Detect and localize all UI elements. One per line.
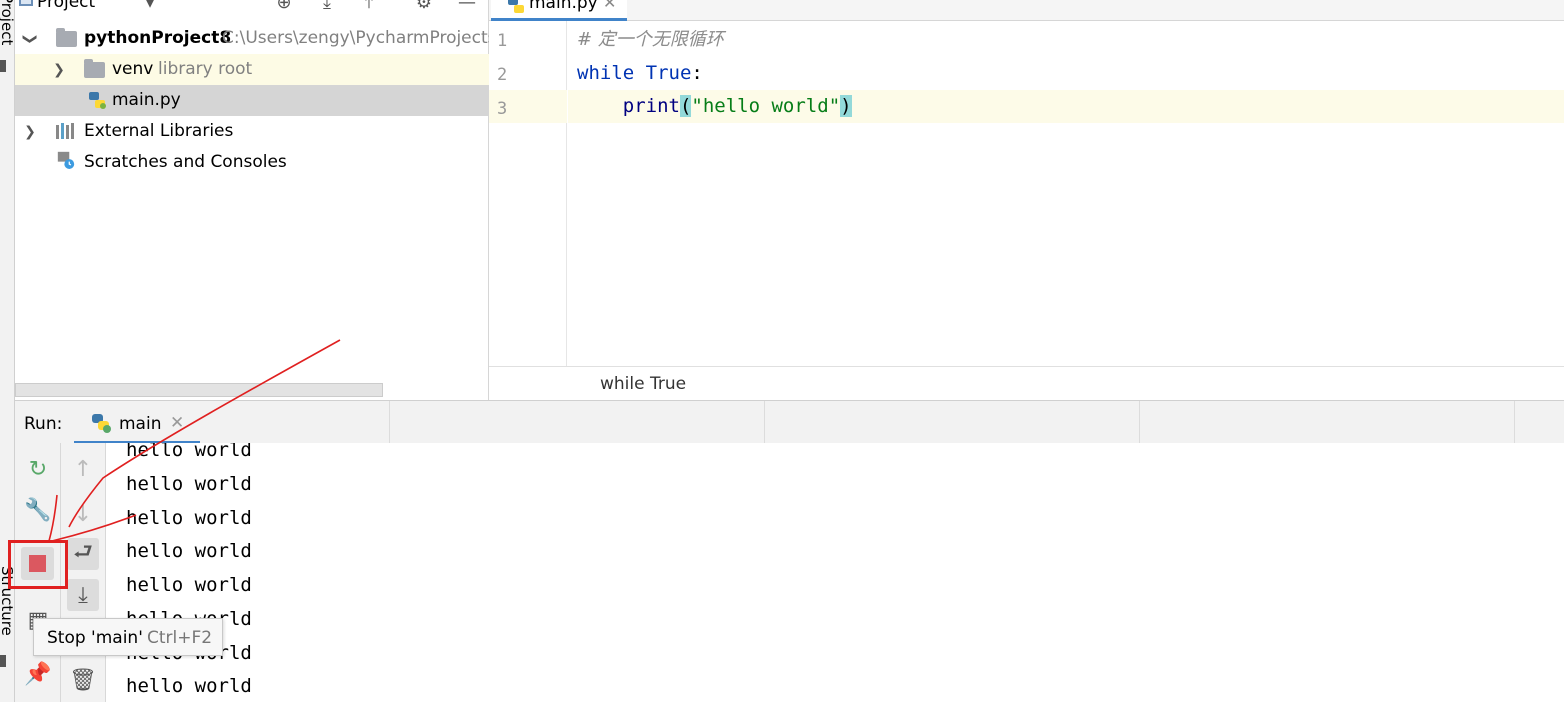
run-tab-main[interactable]: main ✕ bbox=[74, 401, 200, 444]
chevron-right-icon[interactable]: ❯ bbox=[23, 124, 37, 140]
breadcrumb: while True bbox=[489, 366, 1564, 400]
scratches-icon bbox=[57, 151, 75, 169]
scroll-to-end-icon[interactable]: ⤓ bbox=[67, 579, 99, 611]
arrow-down-icon[interactable]: ↓ bbox=[67, 498, 99, 530]
trash-icon[interactable]: 🗑 bbox=[67, 664, 99, 696]
code-string: "hello world" bbox=[691, 95, 841, 117]
project-window-icon bbox=[19, 0, 33, 6]
folder-icon bbox=[56, 28, 77, 47]
line-number: 1 bbox=[497, 31, 508, 51]
run-label: Run: bbox=[24, 414, 63, 434]
arrow-up-icon[interactable]: ↑ bbox=[67, 453, 99, 485]
locate-icon[interactable]: ⊕ bbox=[274, 0, 294, 13]
run-panel-header: Run: main ✕ bbox=[15, 400, 1564, 444]
tree-scratches: Scratches and Consoles bbox=[84, 152, 287, 172]
stop-tooltip: Stop 'main' Ctrl+F2 bbox=[33, 618, 223, 656]
divider bbox=[764, 401, 765, 444]
code-open-paren: ( bbox=[679, 95, 692, 117]
collapse-all-icon[interactable]: ⤓ bbox=[317, 0, 337, 13]
tree-row-external-libraries[interactable]: ❯ External Libraries bbox=[15, 116, 489, 147]
gear-icon[interactable]: ⚙ bbox=[414, 0, 434, 13]
console-line: hello world bbox=[126, 540, 252, 562]
minimize-icon[interactable]: — bbox=[457, 0, 477, 13]
line-number: 3 bbox=[497, 99, 508, 119]
tree-external-libraries: External Libraries bbox=[84, 121, 234, 141]
editor-tab-bar: main.py ✕ bbox=[489, 0, 1564, 21]
close-icon[interactable]: ✕ bbox=[170, 413, 184, 433]
console-line: hello world bbox=[126, 574, 252, 596]
code-colon: : bbox=[691, 62, 703, 84]
dropdown-chevron-icon[interactable]: ▾ bbox=[140, 0, 160, 13]
run-tab-label: main bbox=[119, 414, 162, 434]
code-function-print: print bbox=[622, 95, 680, 117]
project-tool-tab[interactable]: Project bbox=[0, 0, 16, 45]
console-output[interactable]: hello world hello world hello world hell… bbox=[106, 443, 1564, 702]
tree-row-main-py[interactable]: main.py bbox=[15, 85, 489, 116]
tooltip-action: Stop 'main' bbox=[47, 628, 143, 648]
structure-tab-marker bbox=[0, 655, 6, 667]
tree-venv-name: venv bbox=[112, 59, 154, 79]
left-tool-strip: Project Structure bbox=[0, 0, 16, 702]
chevron-down-icon[interactable]: ❯ bbox=[22, 32, 38, 46]
code-keyword-true: True bbox=[645, 62, 692, 84]
python-file-icon bbox=[508, 0, 524, 13]
console-line: hello world bbox=[126, 507, 252, 529]
code-close-paren: ) bbox=[840, 95, 852, 117]
divider bbox=[389, 401, 390, 444]
code-line-2[interactable]: while True: bbox=[568, 57, 1564, 90]
editor: main.py ✕ 1 2 3 # 定一个无限循环 while True: pr… bbox=[489, 0, 1564, 400]
wrench-icon[interactable]: 🔧 bbox=[22, 494, 54, 526]
chevron-right-icon[interactable]: ❯ bbox=[52, 62, 66, 78]
tree-main-py: main.py bbox=[112, 90, 181, 110]
tree-root-path: C:\Users\zengy\PycharmProjects\ bbox=[222, 28, 503, 48]
library-icon bbox=[56, 123, 74, 139]
editor-tab-main-py[interactable]: main.py ✕ bbox=[491, 0, 627, 21]
project-pane: Project ▾ ⊕ ⤓ ⤒ ⚙ — ❯ pythonProject8 C:\… bbox=[15, 0, 502, 400]
tree-row-venv[interactable]: ❯ venv library root bbox=[15, 54, 489, 85]
annotation-highlight-box bbox=[8, 540, 68, 589]
editor-tab-label: main.py bbox=[529, 0, 598, 13]
console-line: hello world bbox=[126, 473, 252, 495]
code-comment: # 定一个无限循环 bbox=[577, 29, 724, 50]
project-tab-marker bbox=[0, 60, 6, 72]
folder-icon bbox=[84, 59, 105, 78]
tree-row-root[interactable]: ❯ pythonProject8 C:\Users\zengy\PycharmP… bbox=[15, 23, 502, 54]
console-line: hello world bbox=[126, 443, 252, 461]
python-run-icon bbox=[92, 414, 111, 433]
project-pane-title[interactable]: Project bbox=[37, 0, 95, 12]
code-line-3[interactable]: print("hello world") bbox=[568, 90, 1564, 123]
python-file-icon bbox=[89, 92, 106, 109]
console-line: hello world bbox=[126, 675, 252, 697]
code-keyword-while: while bbox=[577, 62, 635, 84]
divider bbox=[1514, 401, 1515, 444]
breadcrumb-item[interactable]: while True bbox=[600, 374, 686, 394]
tree-venv-note: library root bbox=[158, 59, 253, 79]
close-icon[interactable]: ✕ bbox=[603, 0, 616, 12]
divider bbox=[1139, 401, 1140, 444]
tooltip-shortcut: Ctrl+F2 bbox=[147, 628, 213, 648]
line-number: 2 bbox=[497, 65, 508, 85]
tree-root-name: pythonProject8 bbox=[84, 28, 232, 48]
tree-row-scratches[interactable]: Scratches and Consoles bbox=[15, 147, 489, 178]
pin-icon[interactable]: 📌 bbox=[22, 658, 54, 690]
code-line-1[interactable]: # 定一个无限循环 bbox=[568, 23, 1564, 56]
rerun-icon[interactable]: ↻ bbox=[22, 453, 54, 485]
soft-wrap-icon[interactable]: ⮐ bbox=[67, 538, 99, 570]
project-pane-header: Project ▾ ⊕ ⤓ ⤒ ⚙ — bbox=[15, 0, 489, 20]
horizontal-scrollbar[interactable] bbox=[15, 383, 383, 397]
expand-icon[interactable]: ⤒ bbox=[359, 0, 379, 13]
